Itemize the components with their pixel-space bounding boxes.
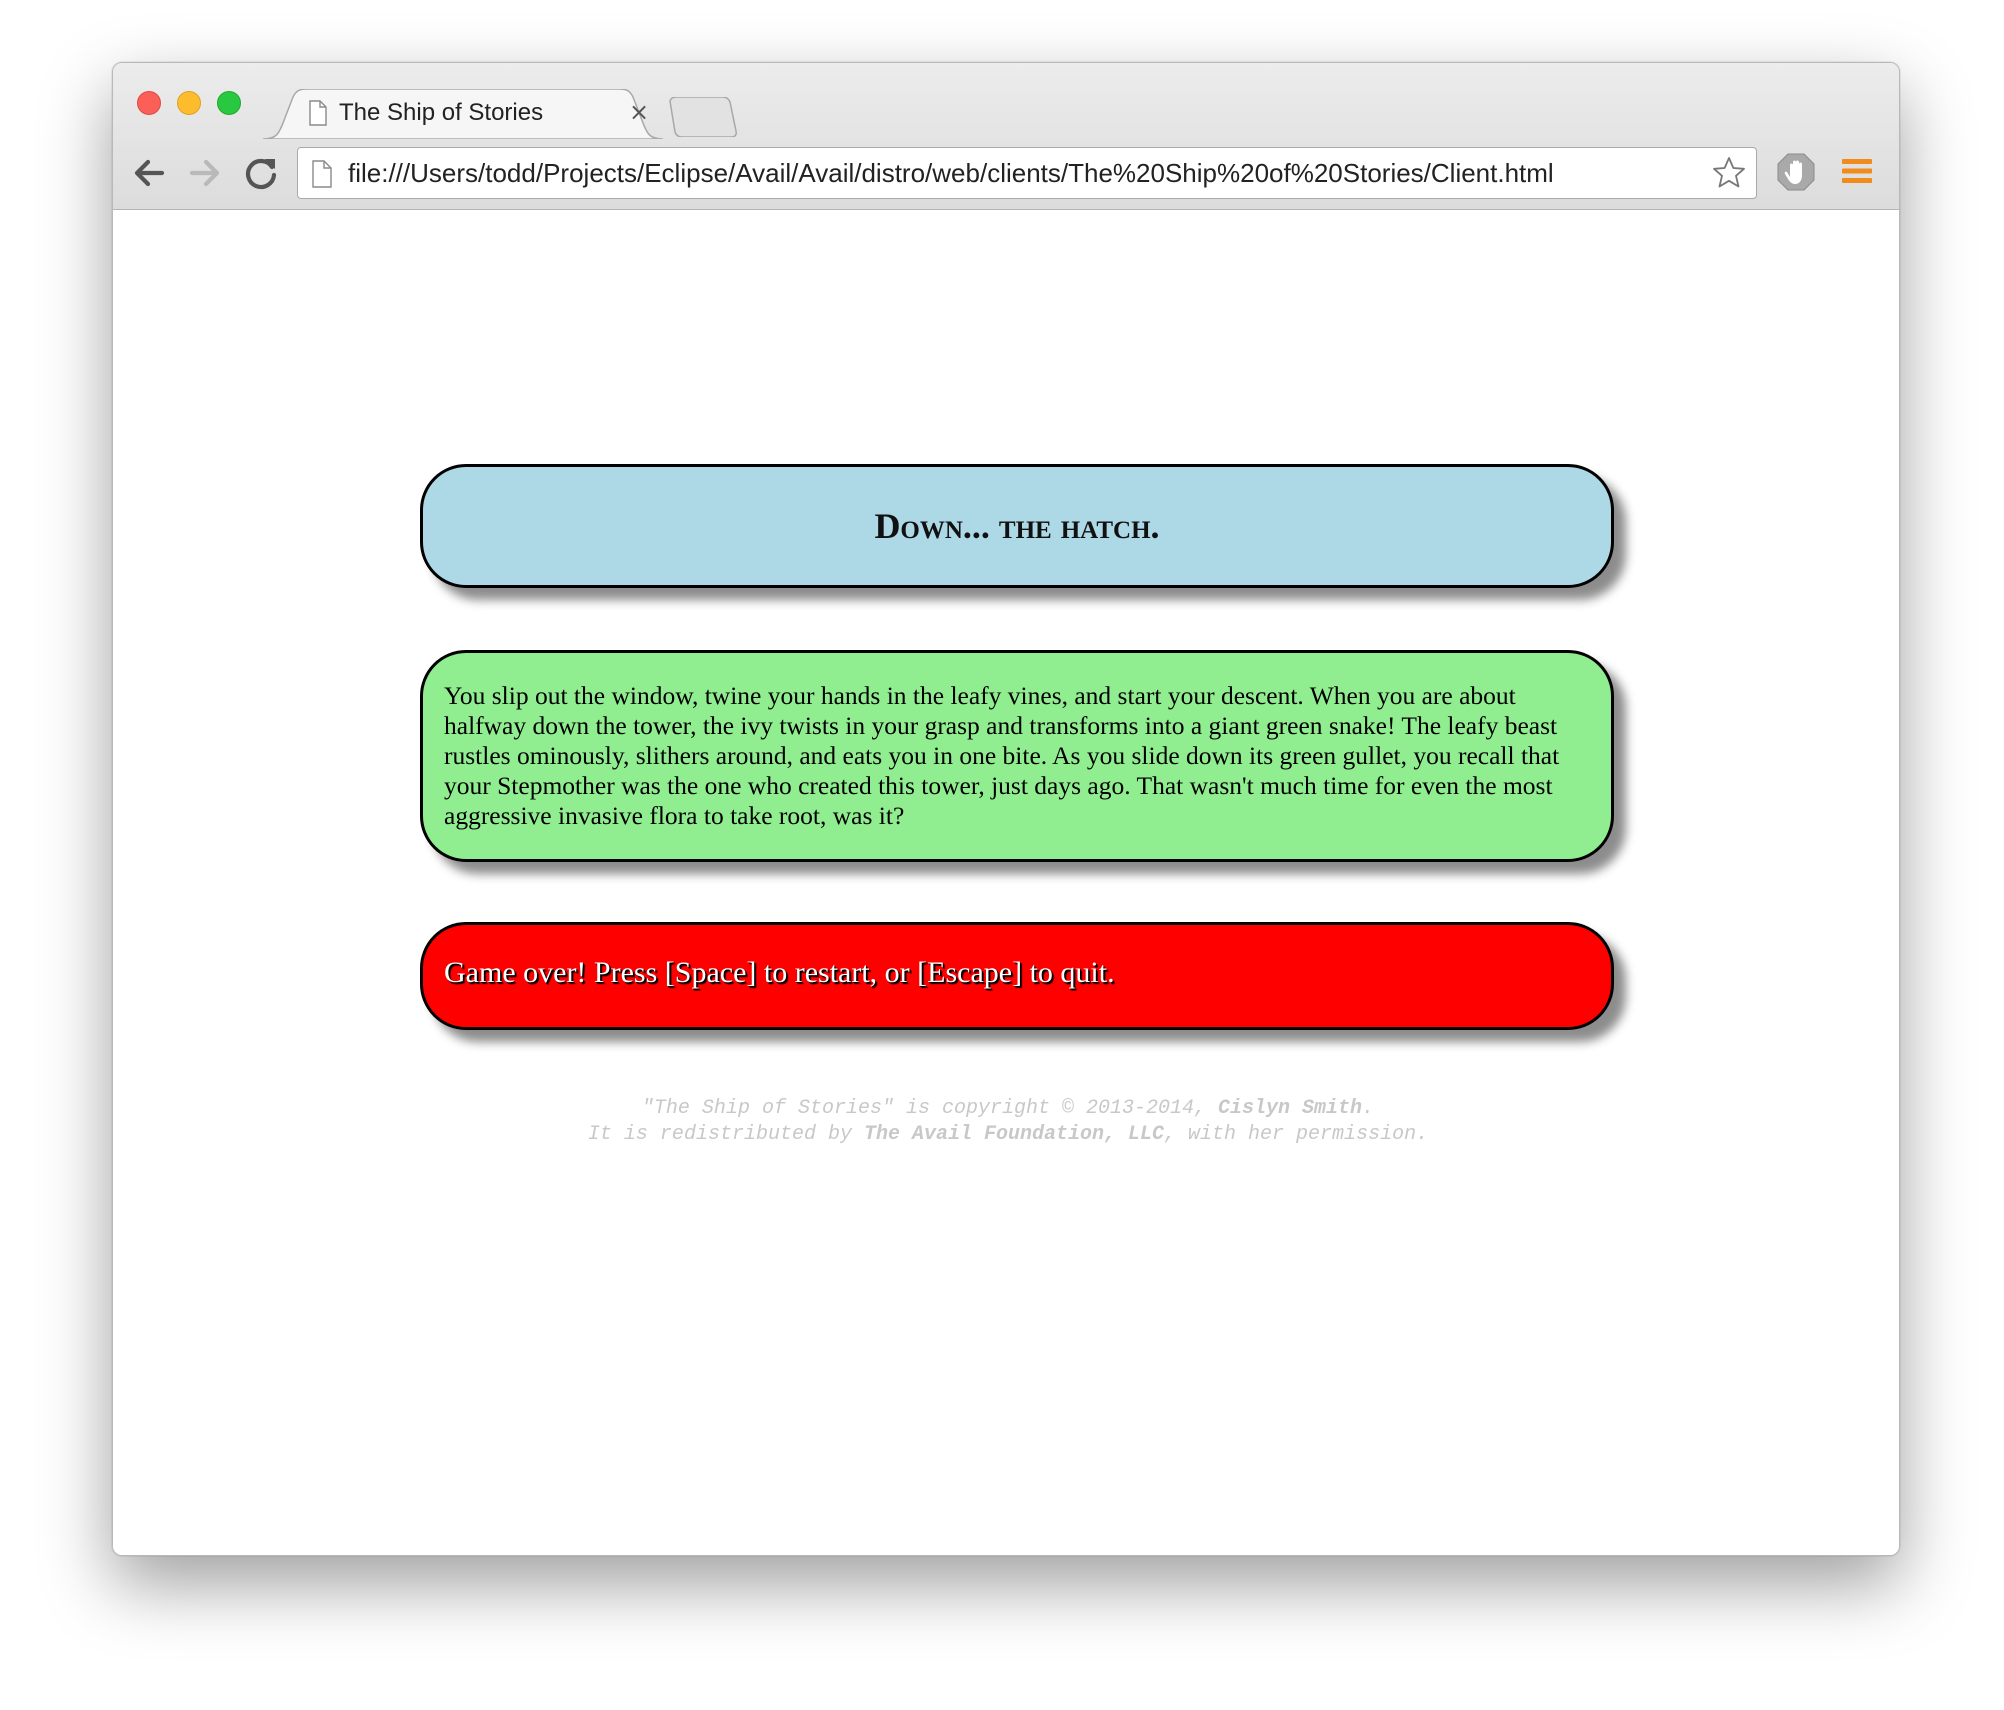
window-close-button[interactable] — [137, 91, 161, 115]
copyright-line-2-suffix: , with her permission. — [1164, 1123, 1429, 1146]
forward-arrow-icon[interactable] — [185, 153, 225, 193]
tab-strip: The Ship of Stories × — [113, 63, 1899, 139]
copyright-author: Cislyn Smith — [1218, 1097, 1363, 1120]
story-panel: You slip out the window, twine your hand… — [420, 650, 1614, 862]
title-panel: Down... the hatch. — [420, 464, 1614, 588]
tab-active[interactable]: The Ship of Stories × — [263, 89, 663, 139]
copyright-org: The Avail Foundation, LLC — [863, 1123, 1165, 1146]
copyright-line-1-prefix: "The Ship of Stories" is copyright © 201… — [641, 1097, 1219, 1120]
page-icon — [309, 100, 327, 126]
copyright-line-1: "The Ship of Stories" is copyright © 201… — [113, 1096, 1899, 1122]
page-viewport: Down... the hatch. You slip out the wind… — [113, 210, 1899, 1555]
game-over-message: Game over! Press [Space] to restart, or … — [444, 956, 1115, 989]
copyright-line-1-suffix: . — [1362, 1097, 1375, 1120]
toolbar: file:///Users/todd/Projects/Eclipse/Avai… — [113, 137, 1899, 209]
reload-icon[interactable] — [241, 153, 281, 193]
game-over-panel: Game over! Press [Space] to restart, or … — [420, 922, 1614, 1030]
story-title: Down... the hatch. — [874, 506, 1160, 546]
window-maximize-button[interactable] — [217, 91, 241, 115]
url-text[interactable]: file:///Users/todd/Projects/Eclipse/Avai… — [348, 158, 1554, 189]
screen: The Ship of Stories × file:///Users/todd… — [0, 0, 2004, 1710]
copyright-notice: "The Ship of Stories" is copyright © 201… — [113, 1096, 1899, 1148]
new-tab-button[interactable] — [668, 97, 738, 137]
window-minimize-button[interactable] — [177, 91, 201, 115]
browser-chrome: The Ship of Stories × file:///Users/todd… — [113, 63, 1899, 210]
browser-window: The Ship of Stories × file:///Users/todd… — [112, 62, 1900, 1556]
star-icon[interactable] — [1712, 156, 1746, 190]
hamburger-menu-icon[interactable] — [1841, 155, 1873, 187]
address-bar[interactable]: file:///Users/todd/Projects/Eclipse/Avai… — [297, 147, 1757, 199]
page-icon — [312, 160, 332, 188]
tab-title: The Ship of Stories — [339, 99, 544, 126]
tab-close-icon[interactable]: × — [627, 97, 651, 127]
back-arrow-icon[interactable] — [129, 153, 169, 193]
story-text: You slip out the window, twine your hand… — [444, 681, 1560, 830]
copyright-line-2: It is redistributed by The Avail Foundat… — [113, 1122, 1899, 1148]
hand-stop-icon[interactable] — [1777, 153, 1815, 191]
copyright-line-2-prefix: It is redistributed by — [587, 1123, 864, 1146]
